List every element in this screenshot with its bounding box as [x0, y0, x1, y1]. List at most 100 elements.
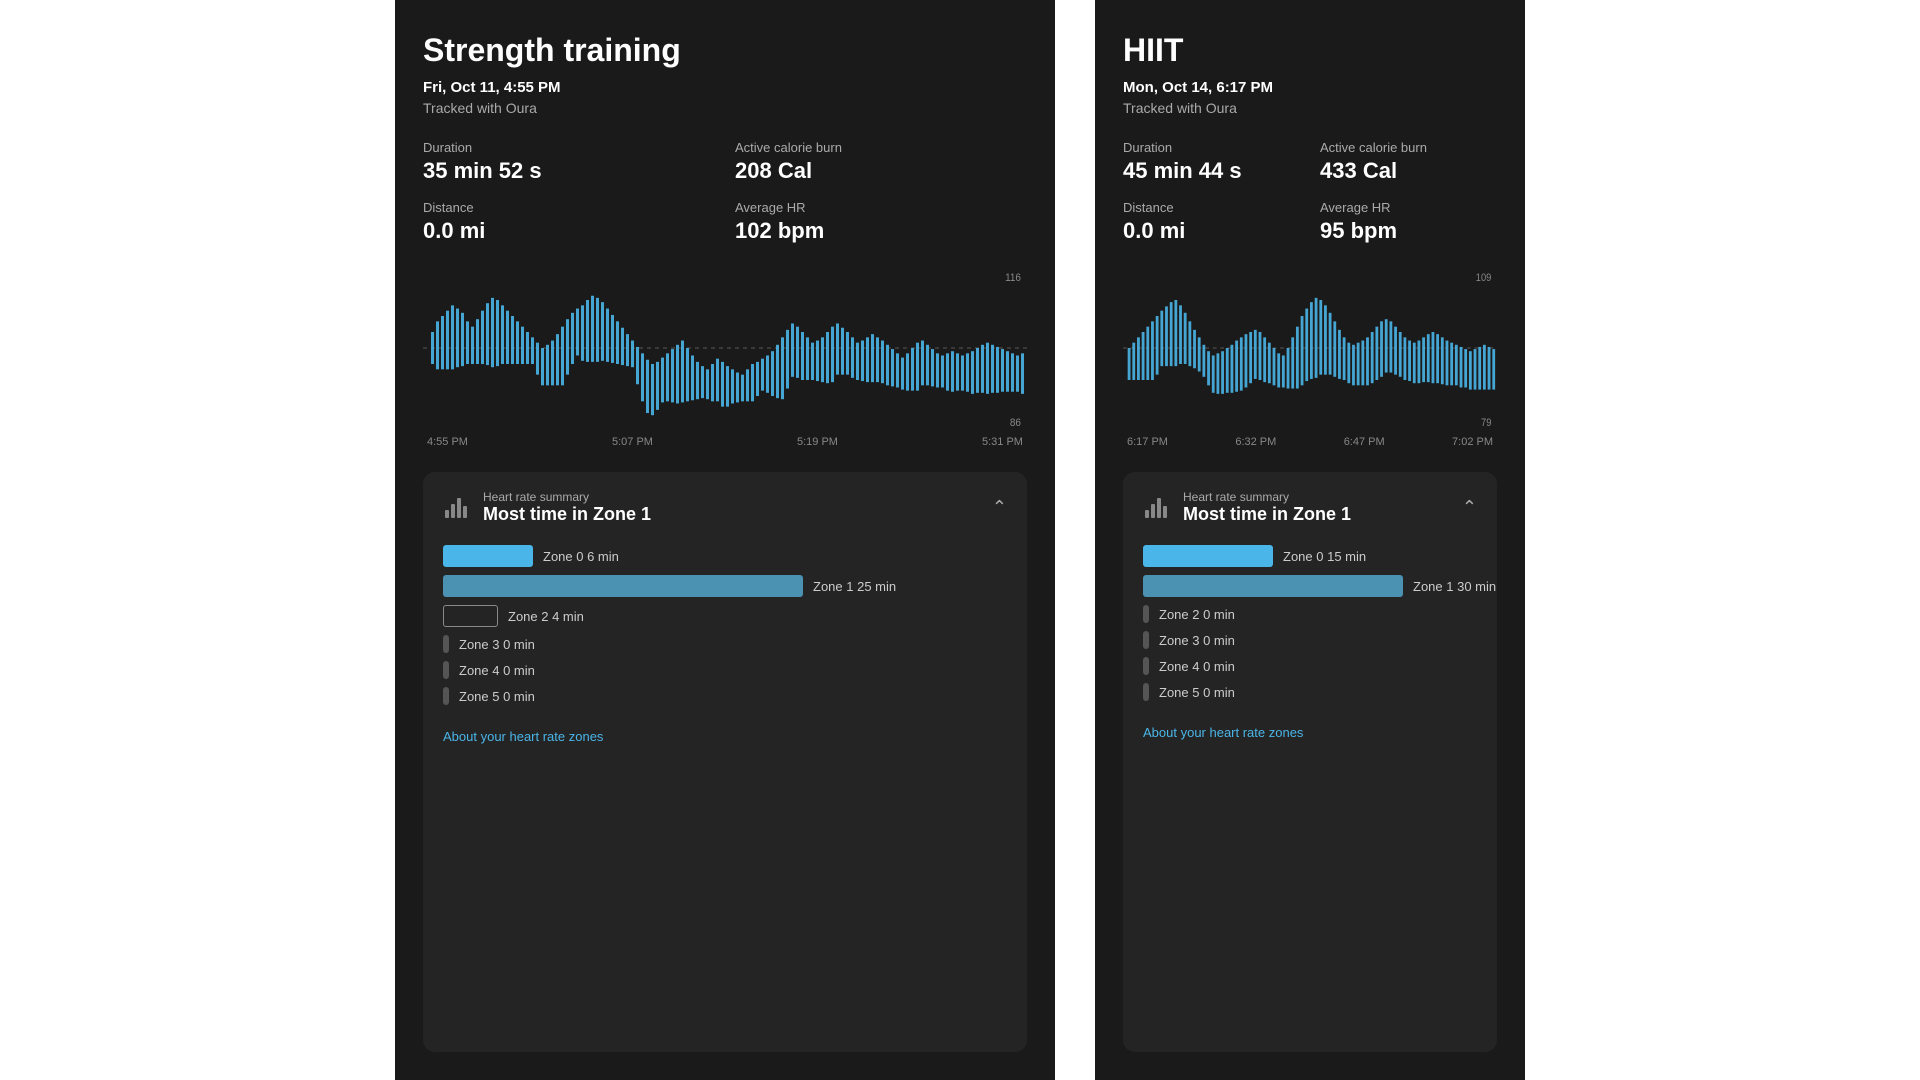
zone-1-bar-container	[443, 575, 803, 597]
hiit-chart-axis: 6:17 PM 6:32 PM 6:47 PM 7:02 PM	[1123, 436, 1497, 448]
hiit-zone-3-bar	[1143, 631, 1149, 649]
hiit-avghr-label: Average HR	[1320, 200, 1497, 215]
hiit-zone-1-label: Zone 1 30 min	[1413, 579, 1496, 594]
strength-hr-value: Most time in Zone 1	[483, 504, 651, 525]
zone-0-bar	[443, 545, 533, 567]
spacer-left	[0, 0, 395, 1080]
strength-distance-value: 0.0 mi	[423, 218, 715, 244]
hiit-hr-value: Most time in Zone 1	[1183, 504, 1351, 525]
hiit-distance-value: 0.0 mi	[1123, 218, 1300, 244]
hiit-calories-stat: Active calorie burn 433 Cal	[1320, 140, 1497, 184]
hiit-zone-list: Zone 0 15 min Zone 1 30 min Zone 2 0 min	[1143, 545, 1477, 701]
zone-0-item: Zone 0 6 min	[443, 545, 1007, 567]
hiit-calories-value: 433 Cal	[1320, 158, 1497, 184]
strength-duration-value: 35 min 52 s	[423, 158, 715, 184]
strength-distance-label: Distance	[423, 200, 715, 215]
hiit-about-link[interactable]: About your heart rate zones	[1143, 725, 1303, 740]
zone-1-label: Zone 1 25 min	[813, 579, 896, 594]
hiit-zone-4-item: Zone 4 0 min	[1143, 657, 1477, 675]
zone-5-label: Zone 5 0 min	[459, 689, 535, 704]
hiit-zone-0-item: Zone 0 15 min	[1143, 545, 1477, 567]
strength-zone-list: Zone 0 6 min Zone 1 25 min Zone 2 4 min	[443, 545, 1007, 705]
svg-text:116: 116	[1005, 273, 1021, 284]
zone-5-item: Zone 5 0 min	[443, 687, 1007, 705]
hiit-time-4: 7:02 PM	[1452, 436, 1493, 448]
hiit-avghr-value: 95 bpm	[1320, 218, 1497, 244]
hiit-calories-label: Active calorie burn	[1320, 140, 1497, 155]
zone-2-bar-container	[443, 605, 498, 627]
zone-0-bar-container	[443, 545, 533, 567]
hiit-hr-summary-text: Heart rate summary Most time in Zone 1	[1183, 490, 1351, 525]
strength-title: Strength training	[423, 32, 1027, 69]
hiit-zone-0-bar	[1143, 545, 1273, 567]
strength-time-2: 5:07 PM	[612, 436, 653, 448]
hiit-time-1: 6:17 PM	[1127, 436, 1168, 448]
hiit-hr-bars-icon	[1143, 494, 1171, 522]
strength-avghr-value: 102 bpm	[735, 218, 1027, 244]
zone-5-bar	[443, 687, 449, 705]
strength-about-link[interactable]: About your heart rate zones	[443, 729, 603, 744]
hiit-hr-summary: Heart rate summary Most time in Zone 1 ⌃…	[1123, 472, 1497, 1052]
hiit-tracked: Tracked with Oura	[1123, 100, 1497, 116]
strength-hr-chevron-icon[interactable]: ⌃	[992, 497, 1007, 518]
zone-2-item: Zone 2 4 min	[443, 605, 1007, 627]
hiit-zone-2-item: Zone 2 0 min	[1143, 605, 1477, 623]
strength-duration-label: Duration	[423, 140, 715, 155]
strength-tracked: Tracked with Oura	[423, 100, 1027, 116]
svg-text:79: 79	[1481, 417, 1492, 428]
hiit-duration-value: 45 min 44 s	[1123, 158, 1300, 184]
zone-3-label: Zone 3 0 min	[459, 637, 535, 652]
hiit-title: HIIT	[1123, 32, 1497, 69]
hiit-zone-2-label: Zone 2 0 min	[1159, 607, 1235, 622]
zone-3-item: Zone 3 0 min	[443, 635, 1007, 653]
hiit-zone-3-label: Zone 3 0 min	[1159, 633, 1235, 648]
hiit-stats: Duration 45 min 44 s Active calorie burn…	[1123, 140, 1497, 244]
strength-chart: 116 86	[423, 268, 1027, 428]
strength-chart-svg: 116 86	[423, 268, 1027, 428]
hiit-chart: 109 79	[1123, 268, 1497, 428]
strength-distance-stat: Distance 0.0 mi	[423, 200, 715, 244]
zone-4-bar-container	[443, 661, 449, 679]
hiit-chart-svg: 109 79	[1123, 268, 1497, 428]
zone-1-item: Zone 1 25 min	[443, 575, 1007, 597]
hiit-zone-0-bar-container	[1143, 545, 1273, 567]
strength-date: Fri, Oct 11, 4:55 PM	[423, 79, 1027, 96]
hiit-zone-5-bar-container	[1143, 683, 1149, 701]
strength-stats: Duration 35 min 52 s Active calorie burn…	[423, 140, 1027, 244]
strength-avghr-stat: Average HR 102 bpm	[735, 200, 1027, 244]
hiit-card: HIIT Mon, Oct 14, 6:17 PM Tracked with O…	[1095, 0, 1525, 1080]
zone-0-label: Zone 0 6 min	[543, 549, 619, 564]
hiit-hr-summary-header: Heart rate summary Most time in Zone 1 ⌃	[1143, 490, 1477, 525]
hiit-zone-1-bar	[1143, 575, 1403, 597]
hiit-hr-icon-svg	[1143, 494, 1171, 522]
hiit-zone-2-bar	[1143, 605, 1149, 623]
zone-2-bar	[443, 605, 498, 627]
zone-1-bar	[443, 575, 803, 597]
hiit-avghr-stat: Average HR 95 bpm	[1320, 200, 1497, 244]
hiit-distance-stat: Distance 0.0 mi	[1123, 200, 1300, 244]
hiit-hr-chevron-icon[interactable]: ⌃	[1462, 497, 1477, 518]
hiit-time-2: 6:32 PM	[1235, 436, 1276, 448]
card-gap	[1055, 0, 1095, 1080]
strength-duration-stat: Duration 35 min 52 s	[423, 140, 715, 184]
page-wrapper: Strength training Fri, Oct 11, 4:55 PM T…	[0, 0, 1920, 1080]
strength-calories-label: Active calorie burn	[735, 140, 1027, 155]
svg-text:86: 86	[1010, 418, 1021, 428]
strength-training-card: Strength training Fri, Oct 11, 4:55 PM T…	[395, 0, 1055, 1080]
strength-hr-summary: Heart rate summary Most time in Zone 1 ⌃…	[423, 472, 1027, 1052]
strength-hr-label: Heart rate summary	[483, 490, 651, 504]
hiit-zone-5-label: Zone 5 0 min	[1159, 685, 1235, 700]
strength-hr-summary-left: Heart rate summary Most time in Zone 1	[443, 490, 651, 525]
strength-hr-summary-header: Heart rate summary Most time in Zone 1 ⌃	[443, 490, 1007, 525]
hiit-zone-1-bar-container	[1143, 575, 1403, 597]
strength-time-4: 5:31 PM	[982, 436, 1023, 448]
hr-bars-icon	[443, 494, 471, 522]
hiit-distance-label: Distance	[1123, 200, 1300, 215]
hiit-zone-1-item: Zone 1 30 min	[1143, 575, 1477, 597]
hiit-time-3: 6:47 PM	[1344, 436, 1385, 448]
strength-calories-value: 208 Cal	[735, 158, 1027, 184]
strength-time-3: 5:19 PM	[797, 436, 838, 448]
spacer-right	[1525, 0, 1920, 1080]
hiit-zone-4-bar	[1143, 657, 1149, 675]
hiit-zone-0-label: Zone 0 15 min	[1283, 549, 1366, 564]
